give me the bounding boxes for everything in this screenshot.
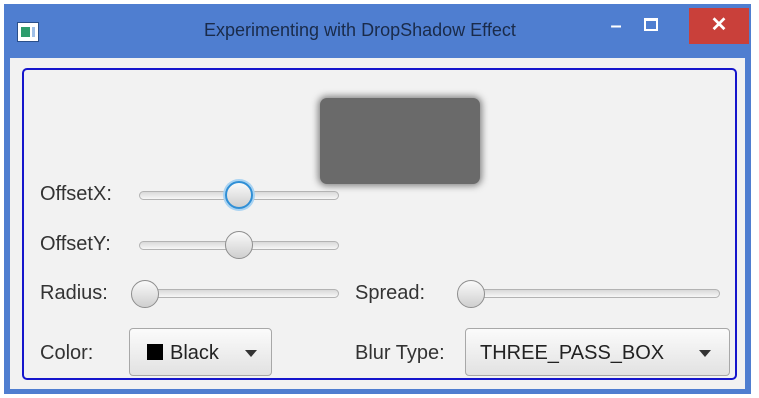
maximize-button[interactable] — [634, 16, 666, 42]
minimize-button[interactable]: – — [600, 16, 632, 42]
offset-x-slider-thumb[interactable] — [225, 181, 253, 209]
color-label: Color: — [40, 342, 94, 364]
close-button[interactable]: ✕ — [689, 8, 749, 44]
radius-slider-track[interactable] — [139, 289, 339, 298]
minimize-icon: – — [610, 15, 622, 37]
blur-type-combobox[interactable]: THREE_PASS_BOX — [465, 328, 730, 376]
title-bar[interactable]: Experimenting with DropShadow Effect – ✕ — [4, 4, 751, 58]
content-area: OffsetX: OffsetY: Radius: Spread: Color:… — [10, 58, 745, 389]
color-swatch — [147, 344, 163, 360]
maximize-icon — [644, 18, 658, 31]
radius-slider-thumb[interactable] — [131, 280, 159, 308]
close-icon: ✕ — [710, 14, 728, 36]
drop-shadow-preview — [320, 98, 480, 184]
radius-label: Radius: — [40, 282, 108, 304]
blur-type-value: THREE_PASS_BOX — [480, 342, 665, 364]
offset-x-label: OffsetX: — [40, 183, 112, 205]
color-picker[interactable]: Black — [129, 328, 272, 376]
app-window: Experimenting with DropShadow Effect – ✕… — [4, 4, 751, 394]
window-title: Experimenting with DropShadow Effect — [204, 20, 516, 40]
chevron-down-icon — [245, 350, 257, 357]
chevron-down-icon — [699, 350, 711, 357]
color-picker-value: Black — [170, 342, 219, 364]
spread-slider-track[interactable] — [465, 289, 720, 298]
offset-y-slider-thumb[interactable] — [225, 231, 253, 259]
spread-slider-thumb[interactable] — [457, 280, 485, 308]
content-frame: OffsetX: OffsetY: Radius: Spread: Color:… — [22, 68, 737, 380]
blur-type-label: Blur Type: — [355, 342, 445, 364]
app-icon[interactable] — [17, 22, 39, 42]
offset-y-label: OffsetY: — [40, 233, 111, 255]
spread-label: Spread: — [355, 282, 426, 304]
